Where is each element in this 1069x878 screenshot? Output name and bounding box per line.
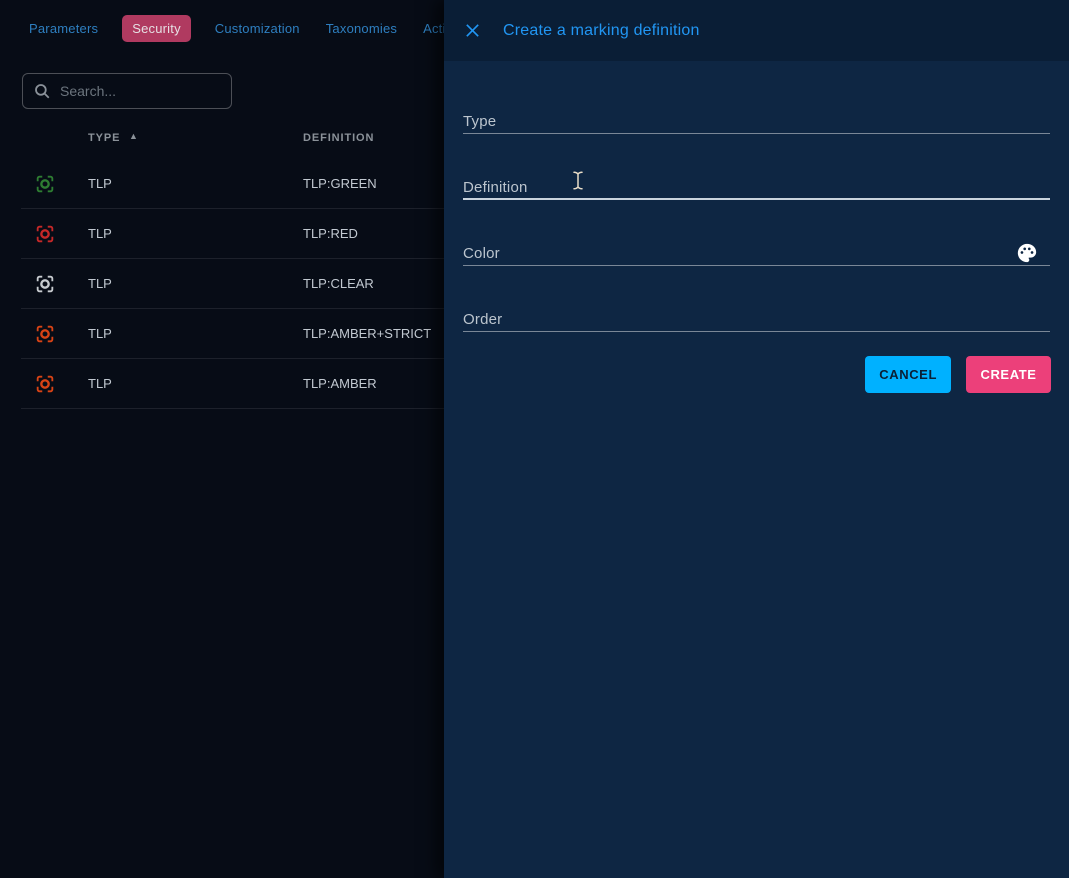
row-type: TLP (88, 376, 112, 391)
row-type: TLP (88, 226, 112, 241)
search-icon (33, 82, 51, 100)
create-marking-definition-drawer: Create a marking definition Type Definit… (444, 0, 1069, 878)
row-definition: TLP:GREEN (303, 176, 377, 191)
table-row[interactable]: TLP TLP:AMBER+STRICT (21, 309, 444, 359)
row-definition: TLP:AMBER+STRICT (303, 326, 431, 341)
sort-asc-icon[interactable]: ▲ (129, 131, 138, 141)
settings-top-nav: Parameters Security Customization Taxono… (0, 0, 444, 56)
column-header-type[interactable]: Type (88, 132, 120, 144)
tab-activity[interactable]: Activity (421, 15, 444, 42)
create-button[interactable]: CREATE (966, 356, 1051, 393)
center-focus-icon (34, 223, 56, 245)
row-type: TLP (88, 326, 112, 341)
row-type: TLP (88, 176, 112, 191)
table-row[interactable]: TLP TLP:CLEAR (21, 259, 444, 309)
palette-icon[interactable] (1015, 242, 1039, 266)
center-focus-icon (34, 173, 56, 195)
center-focus-icon (34, 373, 56, 395)
center-focus-icon (34, 323, 56, 345)
cancel-button[interactable]: CANCEL (865, 356, 951, 393)
table-row[interactable]: TLP TLP:AMBER (21, 359, 444, 409)
column-header-definition[interactable]: Definition (303, 132, 374, 144)
table-row[interactable]: TLP TLP:GREEN (21, 159, 444, 209)
drawer-actions: CANCEL CREATE (865, 356, 1051, 393)
table-row[interactable]: TLP TLP:RED (21, 209, 444, 259)
search-input[interactable] (60, 83, 210, 99)
tab-taxonomies[interactable]: Taxonomies (324, 15, 399, 42)
color-field[interactable] (463, 232, 1050, 272)
table-header: Type ▲ Definition (0, 130, 444, 150)
close-icon[interactable] (457, 16, 487, 46)
drawer-header: Create a marking definition (444, 0, 1069, 61)
center-focus-icon (34, 273, 56, 295)
tab-security[interactable]: Security (122, 15, 191, 42)
row-definition: TLP:RED (303, 226, 358, 241)
definition-field[interactable] (463, 166, 1050, 206)
row-type: TLP (88, 276, 112, 291)
tab-parameters[interactable]: Parameters (27, 15, 100, 42)
marking-definitions-list: TLP TLP:GREEN TLP TLP:RED TLP TLP:CLEAR (21, 159, 444, 409)
drawer-title: Create a marking definition (503, 22, 700, 40)
tab-customization[interactable]: Customization (213, 15, 302, 42)
order-field[interactable] (463, 298, 1050, 338)
row-definition: TLP:AMBER (303, 376, 377, 391)
type-field[interactable] (463, 100, 1050, 140)
row-definition: TLP:CLEAR (303, 276, 374, 291)
search-input-container[interactable] (22, 73, 232, 109)
